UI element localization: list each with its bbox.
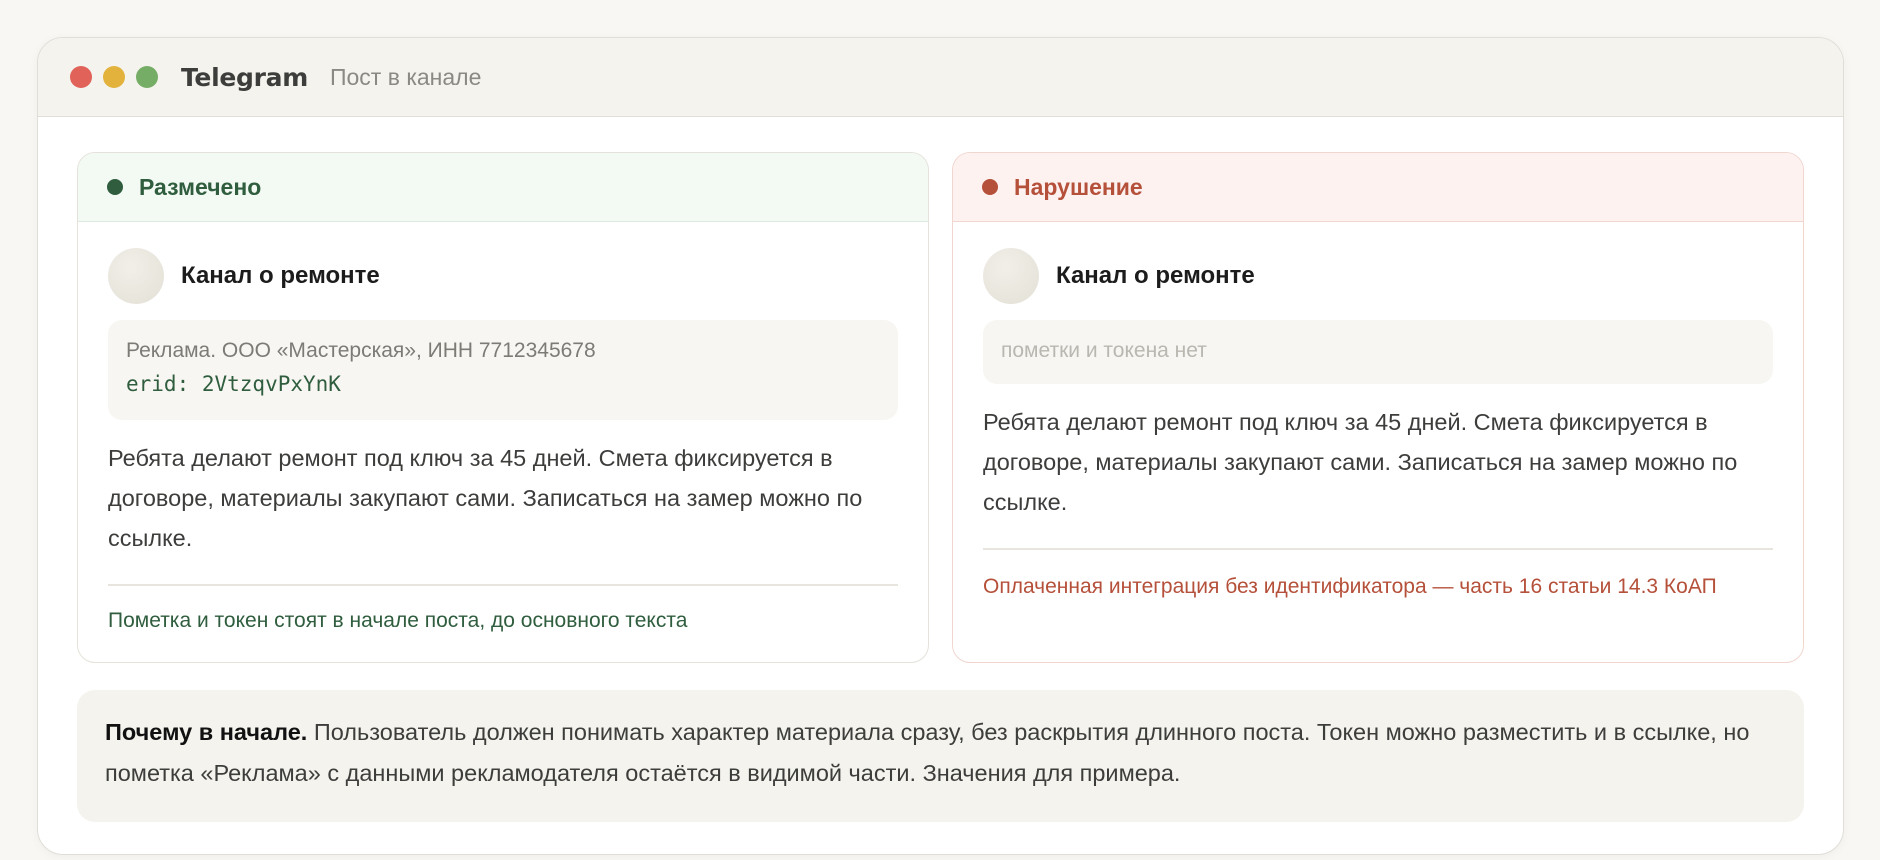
- comparison-panels: Размечено Канал о ремонте Реклама. ООО «…: [77, 152, 1804, 663]
- panel-note: Оплаченная интеграция без идентификатора…: [983, 574, 1717, 598]
- explanation-text: Пользователь должен понимать характер ма…: [105, 719, 1750, 786]
- panel-violation: Нарушение Канал о ремонте пометки и токе…: [952, 152, 1804, 663]
- ad-label: Реклама. ООО «Мастерская», ИНН 771234567…: [126, 339, 596, 362]
- close-window-button[interactable]: [70, 66, 92, 88]
- app-title: Telegram: [181, 62, 308, 92]
- divider: [983, 548, 1773, 550]
- explanation-box: Почему в начале. Пользователь должен пон…: [77, 690, 1804, 822]
- post-text: Ребята делают ремонт под ключ за 45 дней…: [983, 409, 1738, 515]
- channel-name[interactable]: Канал о ремонте: [1056, 262, 1255, 290]
- ad-label-box-empty: пометки и токена нет: [983, 320, 1773, 384]
- status-label: Нарушение: [1014, 173, 1143, 200]
- window-subtitle: Пост в канале: [329, 63, 482, 90]
- ad-label-box: Реклама. ООО «Мастерская», ИНН 771234567…: [108, 320, 898, 420]
- empty-label-text: пометки и токена нет: [1001, 339, 1207, 362]
- app-window: Telegram Пост в канале Размечено Канал о…: [37, 37, 1844, 855]
- status-label: Размечено: [139, 173, 262, 200]
- panel-compliant: Размечено Канал о ремонте Реклама. ООО «…: [77, 152, 929, 663]
- status-dot-icon: [982, 179, 998, 195]
- panel-header: Размечено: [78, 153, 928, 222]
- channel-name[interactable]: Канал о ремонте: [181, 262, 380, 290]
- post-text: Ребята делают ремонт под ключ за 45 дней…: [108, 445, 863, 551]
- channel-avatar[interactable]: [108, 248, 164, 304]
- channel-avatar[interactable]: [983, 248, 1039, 304]
- status-dot-icon: [107, 179, 123, 195]
- title-bar: Telegram Пост в канале: [38, 38, 1843, 117]
- panel-note: Пометка и токен стоят в начале поста, до…: [108, 608, 688, 632]
- divider: [108, 584, 898, 586]
- explanation-lead: Почему в начале.: [105, 719, 308, 745]
- erid-token: erid: 2VtzqvPxYnK: [126, 372, 341, 396]
- minimize-window-button[interactable]: [103, 66, 125, 88]
- channel-header: Канал о ремонте: [983, 248, 1773, 304]
- maximize-window-button[interactable]: [136, 66, 158, 88]
- channel-header: Канал о ремонте: [108, 248, 898, 304]
- panel-header: Нарушение: [953, 153, 1803, 222]
